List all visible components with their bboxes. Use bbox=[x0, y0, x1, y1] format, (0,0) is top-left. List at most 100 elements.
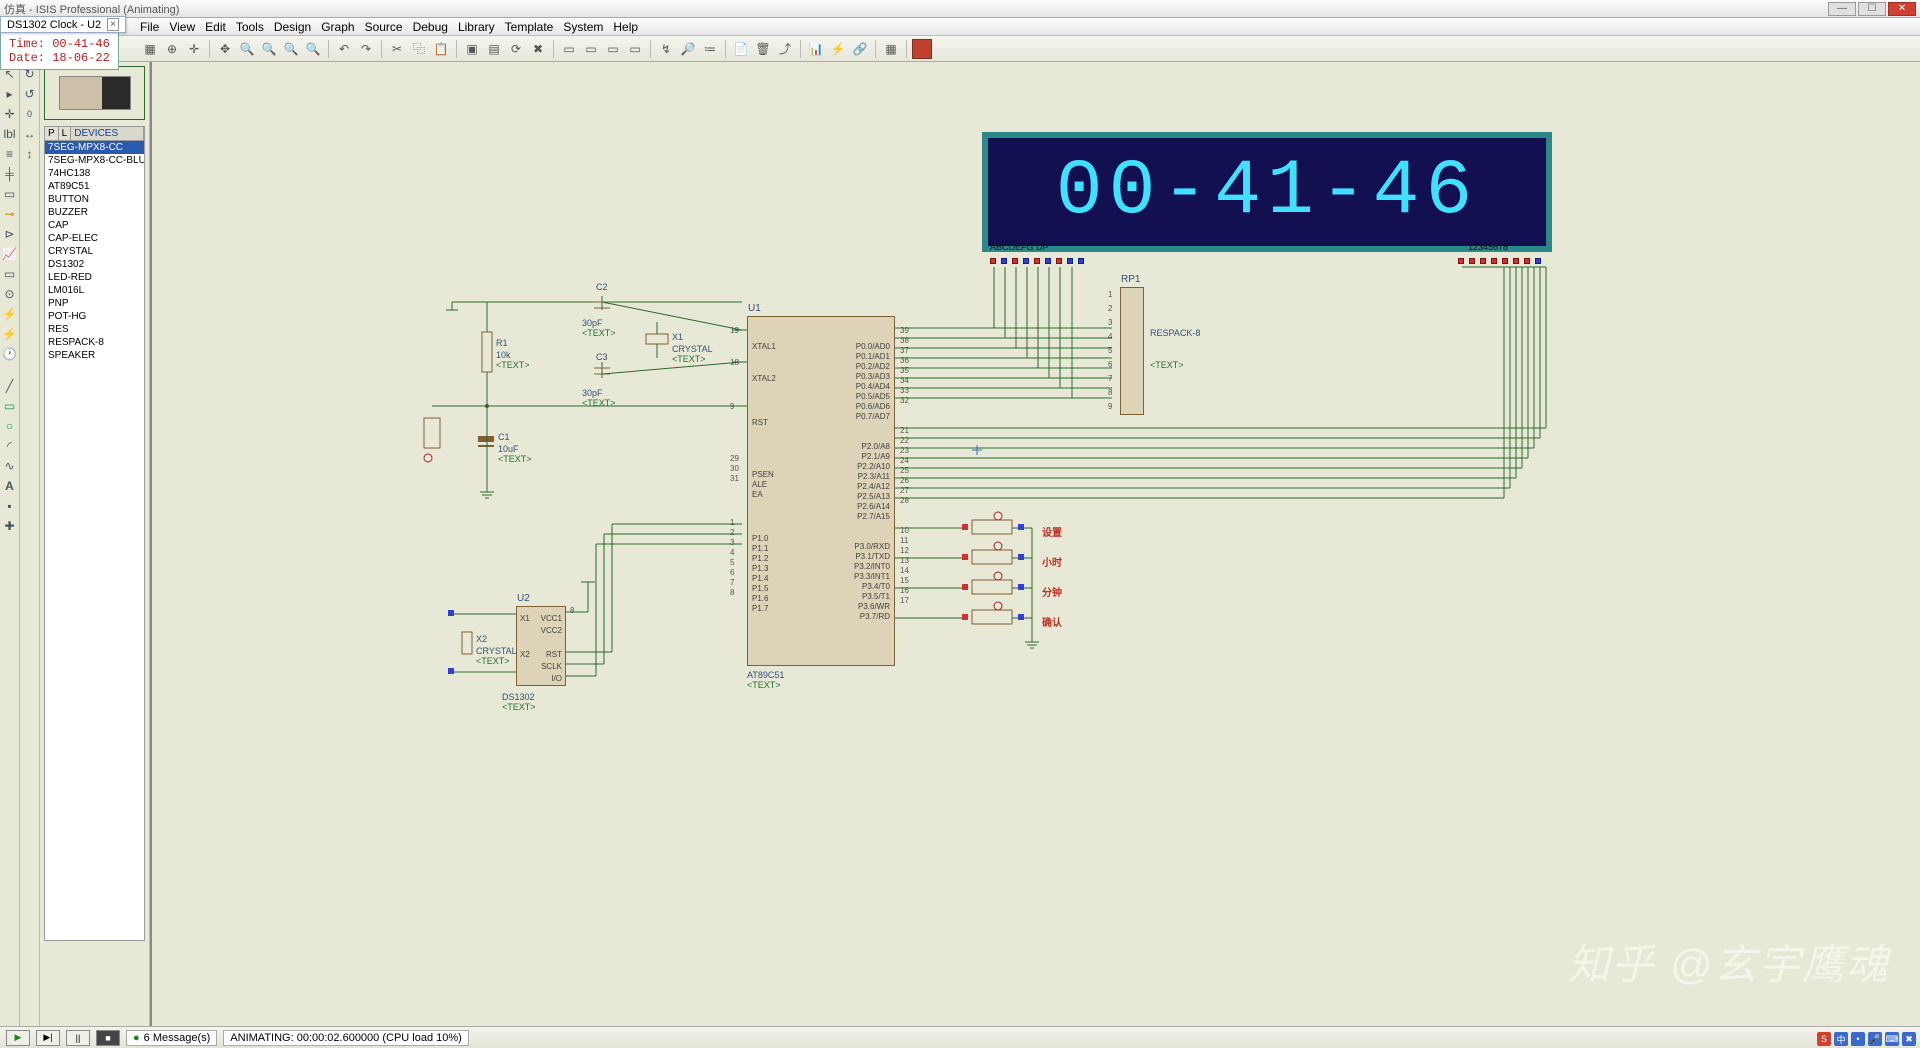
device-list-item[interactable]: SPEAKER bbox=[45, 349, 144, 362]
grid-icon[interactable]: ▦ bbox=[140, 39, 160, 59]
wire-autoroute-icon[interactable]: ↯ bbox=[656, 39, 676, 59]
window-maximize-button[interactable]: ☐ bbox=[1858, 2, 1886, 16]
overview-thumbnail[interactable] bbox=[44, 66, 145, 120]
window-close-button[interactable]: ✕ bbox=[1888, 2, 1916, 16]
origin-icon[interactable]: ⊕ bbox=[162, 39, 182, 59]
new-sheet-icon[interactable]: 📄 bbox=[731, 39, 751, 59]
generator-icon[interactable]: ⊙ bbox=[2, 286, 18, 302]
window-minimize-button[interactable]: — bbox=[1828, 2, 1856, 16]
tape-icon[interactable]: ▭ bbox=[2, 266, 18, 282]
junction-mode-icon[interactable]: ✛ bbox=[2, 106, 18, 122]
device-list-item[interactable]: BUTTON bbox=[45, 193, 144, 206]
rotate-ccw-icon[interactable]: ↺ bbox=[22, 86, 38, 102]
voltage-probe-icon[interactable]: ⚡ bbox=[2, 306, 18, 322]
device-list-item[interactable]: LED-RED bbox=[45, 271, 144, 284]
menu-debug[interactable]: Debug bbox=[413, 20, 448, 34]
bus-mode-icon[interactable]: ╪ bbox=[2, 166, 18, 182]
bom-icon[interactable]: 📊 bbox=[806, 39, 826, 59]
sim-play-button[interactable]: ▶ bbox=[6, 1030, 30, 1046]
tray-icon-1[interactable]: S bbox=[1817, 1032, 1831, 1046]
device-list[interactable]: 7SEG-MPX8-CC7SEG-MPX8-CC-BLUE74HC138AT89… bbox=[44, 141, 145, 941]
menu-graph[interactable]: Graph bbox=[321, 20, 354, 34]
paste-icon[interactable]: 📋 bbox=[431, 39, 451, 59]
document-tab[interactable]: DS1302 Clock - U2 × bbox=[0, 16, 126, 33]
device-list-item[interactable]: AT89C51 bbox=[45, 180, 144, 193]
device-list-item[interactable]: 7SEG-MPX8-CC bbox=[45, 141, 144, 154]
ares-icon[interactable]: ▦ bbox=[881, 39, 901, 59]
circle-2d-icon[interactable]: ○ bbox=[2, 418, 18, 434]
angle-field[interactable]: 0 bbox=[22, 106, 38, 122]
zoom-in-icon[interactable]: 🔍 bbox=[237, 39, 257, 59]
messages-field[interactable]: ●6 Message(s) bbox=[126, 1030, 217, 1046]
sim-pause-button[interactable]: || bbox=[66, 1030, 90, 1046]
symbol-icon[interactable]: ▪ bbox=[2, 498, 18, 514]
search-icon[interactable]: 🔎 bbox=[678, 39, 698, 59]
subcircuit-icon[interactable]: ▭ bbox=[2, 186, 18, 202]
terminal-icon[interactable]: ⊸ bbox=[2, 206, 18, 222]
device-list-item[interactable]: BUZZER bbox=[45, 206, 144, 219]
current-probe-icon[interactable]: ⚡ bbox=[2, 326, 18, 342]
menu-file[interactable]: File bbox=[140, 20, 159, 34]
pick-device-icon[interactable]: ▭ bbox=[559, 39, 579, 59]
undo-icon[interactable]: ↶ bbox=[334, 39, 354, 59]
device-list-item[interactable]: 74HC138 bbox=[45, 167, 144, 180]
sim-stop-button[interactable]: ■ bbox=[96, 1030, 120, 1046]
device-list-item[interactable]: LM016L bbox=[45, 284, 144, 297]
netlist-icon[interactable]: 🔗 bbox=[850, 39, 870, 59]
cut-icon[interactable]: ✂ bbox=[387, 39, 407, 59]
graph-mode-icon[interactable]: 📈 bbox=[2, 246, 18, 262]
device-list-item[interactable]: CAP bbox=[45, 219, 144, 232]
menu-help[interactable]: Help bbox=[613, 20, 638, 34]
schematic-canvas[interactable]: 00-41-46 ABCDEFG DP 12345678 U1 XTAL1XTA… bbox=[150, 62, 1920, 1026]
device-list-item[interactable]: CAP-ELEC bbox=[45, 232, 144, 245]
zoom-out-icon[interactable]: 🔍 bbox=[259, 39, 279, 59]
redo-icon[interactable]: ↷ bbox=[356, 39, 376, 59]
tray-icon-6[interactable]: ✖ bbox=[1902, 1032, 1916, 1046]
block-copy-icon[interactable]: ▣ bbox=[462, 39, 482, 59]
box-2d-icon[interactable]: ▭ bbox=[2, 398, 18, 414]
menu-design[interactable]: Design bbox=[274, 20, 311, 34]
pan-icon[interactable]: ✥ bbox=[215, 39, 235, 59]
package-icon[interactable]: ▭ bbox=[603, 39, 623, 59]
line-2d-icon[interactable]: ╱ bbox=[2, 378, 18, 394]
flip-v-icon[interactable]: ↕ bbox=[22, 146, 38, 162]
decompose-icon[interactable]: ▭ bbox=[625, 39, 645, 59]
tray-icon-5[interactable]: ⌨ bbox=[1885, 1032, 1899, 1046]
tray-icon-4[interactable]: 🎤 bbox=[1868, 1032, 1882, 1046]
block-delete-icon[interactable]: ✖ bbox=[528, 39, 548, 59]
menu-source[interactable]: Source bbox=[365, 20, 403, 34]
component-mode-icon[interactable]: ▸ bbox=[2, 86, 18, 102]
make-device-icon[interactable]: ▭ bbox=[581, 39, 601, 59]
device-list-item[interactable]: DS1302 bbox=[45, 258, 144, 271]
zoom-area-icon[interactable]: 🔍 bbox=[303, 39, 323, 59]
block-move-icon[interactable]: ▤ bbox=[484, 39, 504, 59]
copy-icon[interactable]: ⿻ bbox=[409, 39, 429, 59]
device-list-item[interactable]: CRYSTAL bbox=[45, 245, 144, 258]
menu-edit[interactable]: Edit bbox=[205, 20, 226, 34]
text-2d-icon[interactable]: A bbox=[2, 478, 18, 494]
property-icon[interactable]: ≔ bbox=[700, 39, 720, 59]
text-script-icon[interactable]: ≡ bbox=[2, 146, 18, 162]
document-tab-close-icon[interactable]: × bbox=[107, 18, 119, 31]
tray-icon-2[interactable]: 中 bbox=[1834, 1032, 1848, 1046]
path-2d-icon[interactable]: ∿ bbox=[2, 458, 18, 474]
device-list-item[interactable]: RES bbox=[45, 323, 144, 336]
menu-template[interactable]: Template bbox=[505, 20, 554, 34]
menu-system[interactable]: System bbox=[563, 20, 603, 34]
menu-view[interactable]: View bbox=[169, 20, 195, 34]
zoom-fit-icon[interactable]: 🔍 bbox=[281, 39, 301, 59]
crosshair-icon[interactable]: ✛ bbox=[184, 39, 204, 59]
marker-icon[interactable]: ✚ bbox=[2, 518, 18, 534]
delete-sheet-icon[interactable]: 🗑 bbox=[753, 39, 773, 59]
label-mode-icon[interactable]: lbl bbox=[2, 126, 18, 142]
device-list-item[interactable]: PNP bbox=[45, 297, 144, 310]
instrument-icon[interactable]: 🕐 bbox=[2, 346, 18, 362]
sim-step-button[interactable]: ▶| bbox=[36, 1030, 60, 1046]
erc-icon[interactable]: ⚡ bbox=[828, 39, 848, 59]
tray-icon-3[interactable]: • bbox=[1851, 1032, 1865, 1046]
device-list-item[interactable]: RESPACK-8 bbox=[45, 336, 144, 349]
menu-tools[interactable]: Tools bbox=[236, 20, 264, 34]
device-list-item[interactable]: POT-HG bbox=[45, 310, 144, 323]
library-button[interactable]: L bbox=[59, 127, 72, 140]
menu-library[interactable]: Library bbox=[458, 20, 495, 34]
